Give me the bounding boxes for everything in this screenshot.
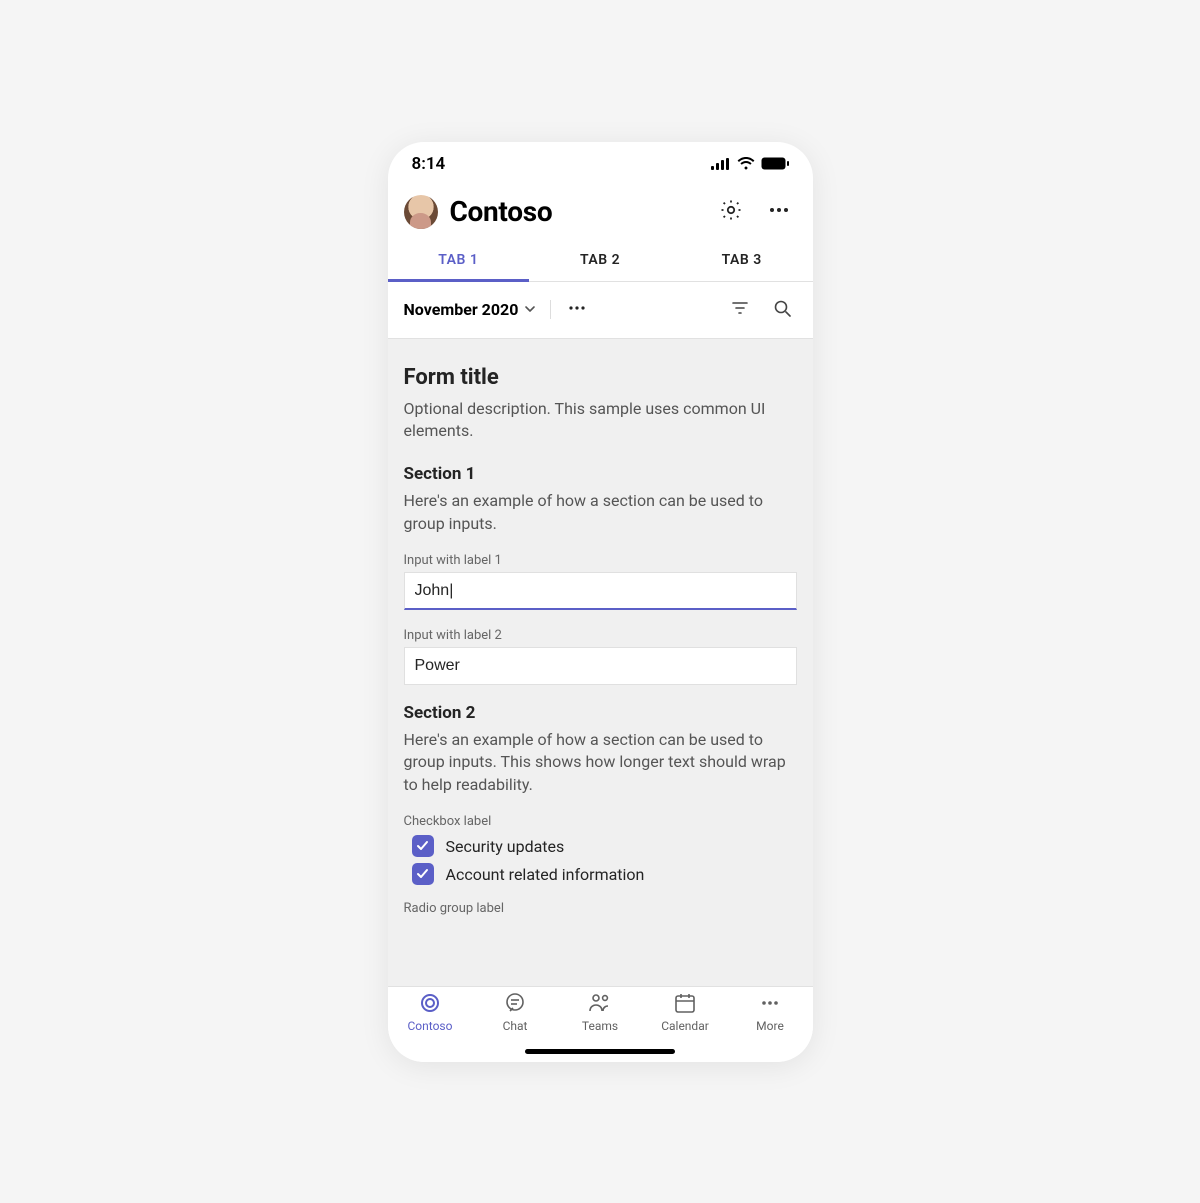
chat-icon (503, 991, 527, 1018)
tabs: TAB 1 TAB 2 TAB 3 (388, 240, 813, 282)
input-1-label: Input with label 1 (404, 553, 797, 568)
more-horizontal-icon (768, 199, 790, 225)
toolbar: November 2020 (388, 282, 813, 339)
radio-group-label: Radio group label (404, 901, 797, 916)
toolbar-more-button[interactable] (563, 292, 591, 328)
cellular-icon (711, 158, 731, 170)
tab-2[interactable]: TAB 2 (529, 240, 671, 281)
form-title: Form title (404, 365, 797, 390)
filter-icon (731, 299, 749, 321)
section-1-title: Section 1 (404, 464, 797, 484)
input-2[interactable] (404, 647, 797, 685)
nav-contoso-label: Contoso (408, 1019, 453, 1033)
more-horizontal-icon (758, 991, 782, 1018)
checkbox-row-2[interactable]: Account related information (412, 863, 797, 885)
checkbox-group-label: Checkbox label (404, 814, 797, 829)
status-bar: 8:14 (388, 142, 813, 186)
app-title: Contoso (450, 195, 701, 228)
date-dropdown[interactable]: November 2020 (404, 300, 552, 319)
gear-icon (719, 198, 743, 226)
checkbox-2-label: Account related information (446, 865, 645, 884)
section-2-description: Here's an example of how a section can b… (404, 729, 797, 796)
status-time: 8:14 (412, 154, 446, 174)
chevron-down-icon (524, 300, 536, 319)
checkbox-1[interactable] (412, 835, 434, 857)
more-horizontal-icon (568, 299, 586, 321)
phone-frame: 8:14 Contoso TAB 1 (388, 142, 813, 1062)
calendar-icon (673, 991, 697, 1018)
date-dropdown-label: November 2020 (404, 300, 519, 319)
app-header: Contoso (388, 186, 813, 240)
settings-button[interactable] (713, 194, 749, 230)
input-2-label: Input with label 2 (404, 628, 797, 643)
nav-calendar-label: Calendar (661, 1019, 709, 1033)
battery-icon (761, 157, 789, 170)
form-content[interactable]: Form title Optional description. This sa… (388, 339, 813, 986)
search-button[interactable] (767, 292, 797, 328)
tab-3[interactable]: TAB 3 (671, 240, 813, 281)
section-1-description: Here's an example of how a section can b… (404, 490, 797, 535)
checkbox-1-label: Security updates (446, 837, 565, 856)
form-description: Optional description. This sample uses c… (404, 398, 797, 443)
contoso-icon (418, 991, 442, 1018)
avatar[interactable] (404, 195, 438, 229)
teams-icon (587, 991, 613, 1018)
more-button[interactable] (761, 194, 797, 230)
nav-teams-label: Teams (582, 1019, 618, 1033)
nav-more-label: More (756, 1019, 784, 1033)
search-icon (773, 299, 791, 321)
nav-more[interactable]: More (728, 993, 813, 1062)
section-2-title: Section 2 (404, 703, 797, 723)
checkbox-row-1[interactable]: Security updates (412, 835, 797, 857)
check-icon (416, 865, 429, 884)
tab-1[interactable]: TAB 1 (388, 240, 530, 281)
nav-contoso[interactable]: Contoso (388, 993, 473, 1062)
home-indicator (525, 1049, 675, 1054)
filter-button[interactable] (725, 292, 755, 328)
check-icon (416, 837, 429, 856)
wifi-icon (737, 157, 755, 170)
nav-chat-label: Chat (503, 1019, 528, 1033)
checkbox-2[interactable] (412, 863, 434, 885)
input-1[interactable] (404, 572, 797, 610)
